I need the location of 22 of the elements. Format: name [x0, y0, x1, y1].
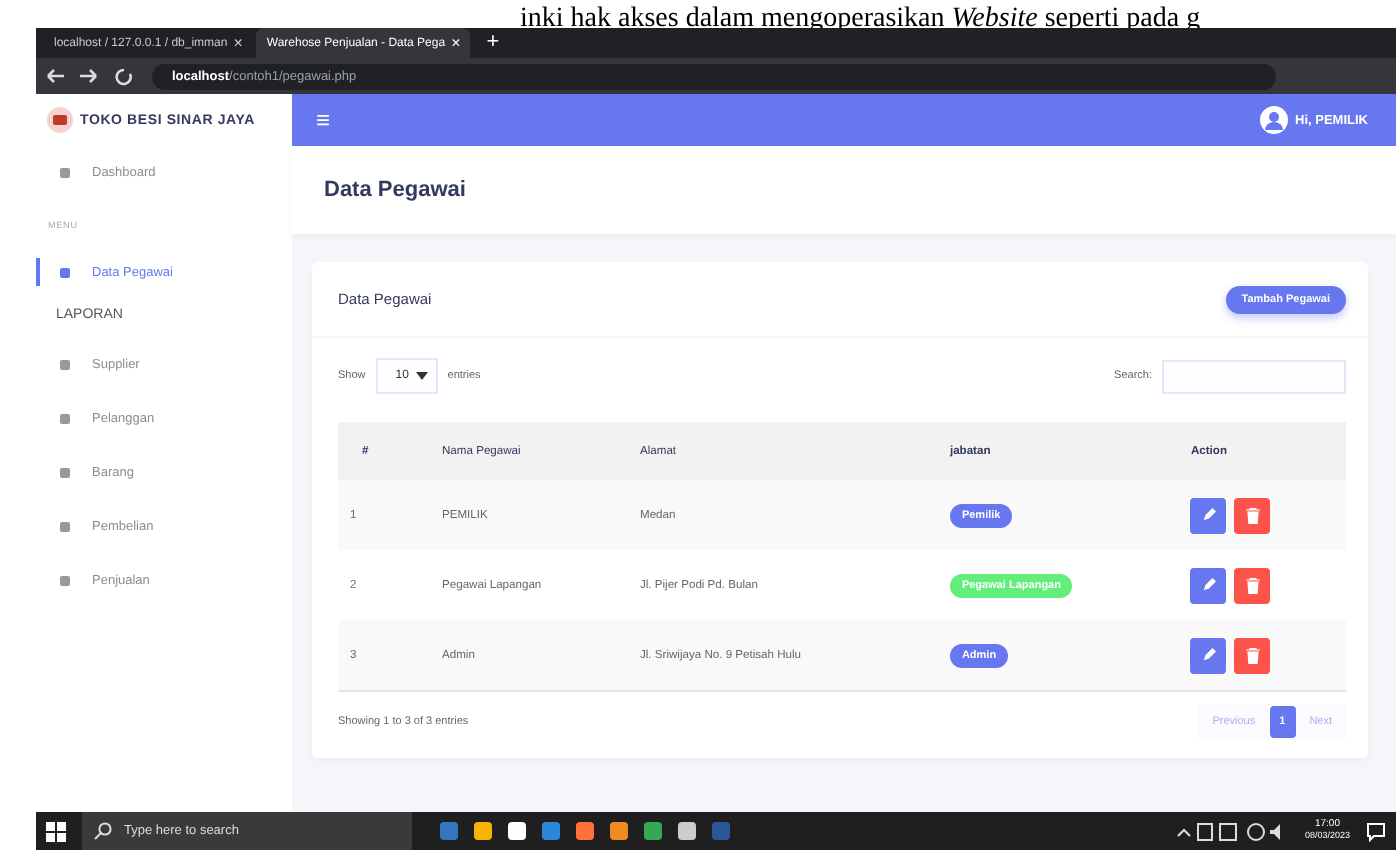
search-field[interactable] [1162, 359, 1346, 393]
edit-button[interactable] [1190, 497, 1227, 533]
edit-button[interactable] [1190, 567, 1227, 603]
pencil-icon [1201, 508, 1216, 522]
caret-icon [415, 372, 428, 380]
trash-icon [1245, 507, 1260, 523]
pencil-icon [1201, 648, 1216, 662]
logo-icon [46, 106, 74, 134]
delete-button[interactable] [1234, 497, 1271, 533]
notification-icon[interactable] [1366, 821, 1386, 841]
menu-button[interactable]: ≡ [316, 106, 1252, 134]
page-title: Data Pegawai [324, 178, 466, 202]
avatar-icon [1259, 106, 1288, 134]
windows-logo-icon[interactable] [46, 821, 66, 841]
pencil-icon [1201, 578, 1216, 592]
delete-button[interactable] [1234, 567, 1271, 603]
trash-icon [1245, 577, 1260, 593]
search-icon [94, 822, 112, 840]
new-tab-button[interactable]: + [474, 30, 512, 58]
trash-icon [1245, 647, 1260, 663]
edit-button[interactable] [1190, 637, 1227, 673]
delete-button[interactable] [1234, 637, 1271, 673]
